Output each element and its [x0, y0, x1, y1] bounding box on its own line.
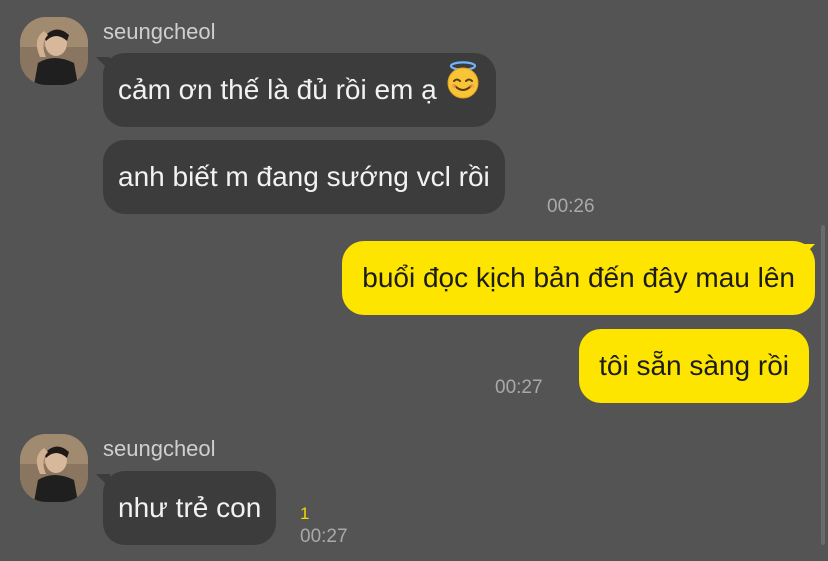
- unread-count: 1: [300, 504, 310, 523]
- message-bubble[interactable]: như trẻ con: [103, 471, 277, 545]
- message-text: anh biết m đang sướng vcl rồi: [118, 161, 490, 192]
- sender-avatar[interactable]: [20, 434, 88, 502]
- message-bubble[interactable]: cảm ơn thế là đủ rồi em ạ: [103, 53, 496, 127]
- sender-name: seungcheol: [103, 19, 216, 44]
- message-timestamp: 00:26: [547, 196, 595, 217]
- sender-avatar[interactable]: [20, 17, 88, 85]
- message-bubble[interactable]: tôi sẵn sàng rồi: [579, 329, 809, 403]
- message-text: như trẻ con: [118, 492, 262, 523]
- message-bubble[interactable]: buổi đọc kịch bản đến đây mau lên: [342, 241, 815, 315]
- smiling-face-with-halo-icon: [445, 53, 481, 127]
- scrollbar[interactable]: [821, 225, 825, 545]
- message-text: cảm ơn thế là đủ rồi em ạ: [118, 74, 437, 105]
- message-text: buổi đọc kịch bản đến đây mau lên: [362, 262, 795, 293]
- sender-name: seungcheol: [103, 436, 216, 461]
- avatar-photo-icon: [20, 434, 88, 502]
- message-timestamp: 00:27: [300, 526, 348, 547]
- message-timestamp: 00:27: [495, 377, 543, 398]
- avatar-photo-icon: [20, 17, 88, 85]
- message-bubble[interactable]: anh biết m đang sướng vcl rồi: [103, 140, 505, 214]
- message-text: tôi sẵn sàng rồi: [599, 350, 789, 381]
- chat-room[interactable]: seungcheol cảm ơn thế là đủ rồi em ạ anh…: [0, 0, 828, 561]
